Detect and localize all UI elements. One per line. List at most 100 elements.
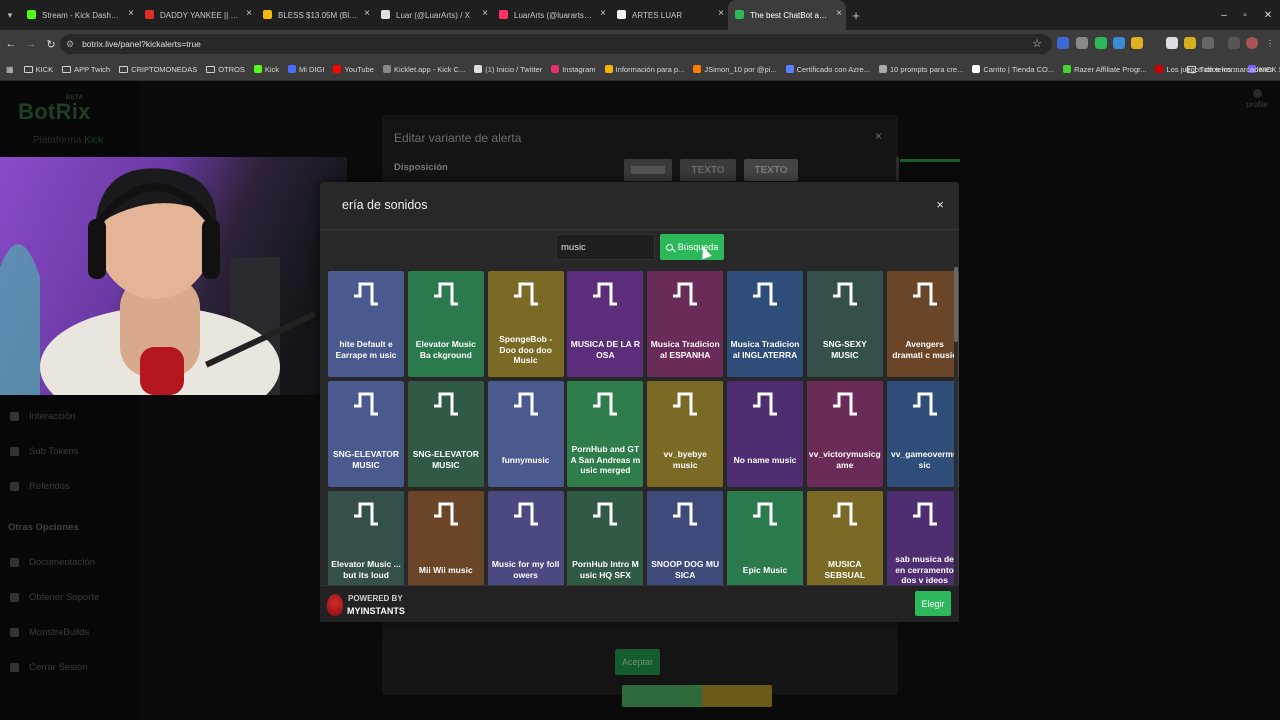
tab-close-icon[interactable]: × [600,8,606,19]
url-bar[interactable]: ⚙ botrix.live/panel?kickalerts=true ☆ [60,34,1052,54]
all-bookmarks-label: Todos los marcadores [1199,64,1273,74]
back-icon[interactable]: ← [2,38,20,50]
sound-tile[interactable]: hite Default e Earrape m usic [328,271,404,377]
sound-tile[interactable]: MUSICA DE LA R OSA [567,271,644,377]
bookmark-item[interactable]: APP Twich [62,65,110,74]
sidebar-item[interactable]: Documentación [10,557,95,568]
sidebar-item[interactable]: MonstreBuilds [10,627,89,638]
tab[interactable]: BLESS $13.05M (Bless): análisis... × [256,0,374,30]
sound-tile[interactable]: funnymusic [487,381,564,487]
sound-tile[interactable]: Music for my foll owers [487,491,564,585]
bookmark-item[interactable]: 10 prompts para cre... [878,65,963,74]
sound-tile[interactable]: Avengers dramati c music [886,271,959,377]
forward-icon[interactable]: → [22,38,40,50]
maximize-icon[interactable]: ▫ [1233,0,1257,30]
sound-tile[interactable]: PornHub and GT A San Andreas m usic merg… [567,381,644,487]
sound-tile[interactable]: vv_victorymusicg ame [806,381,883,487]
bookmark-item[interactable]: Razer Affiliate Progr... [1063,65,1146,74]
sound-wave-icon [753,502,777,526]
sound-tile[interactable]: vv_byebye music [647,381,724,487]
bookmark-item[interactable]: Información para p... [604,65,684,74]
bookmark-item[interactable]: (1) Inicio / Twitter [474,65,542,74]
sound-tile[interactable]: SNG-ELEVATOR MUSIC [328,381,404,487]
tab[interactable]: LuarArts (@luararts) | TodosMi... × [492,0,610,30]
sound-search-input[interactable] [556,234,655,260]
layout-option-text-1[interactable]: TEXTO [680,159,736,181]
apps-grid-icon[interactable]: ▦ [6,65,14,74]
tab-close-icon[interactable]: × [836,8,842,19]
profile-avatar-icon[interactable] [1246,37,1258,49]
sound-tile[interactable]: Musica Tradicion al ESPANHA [647,271,724,377]
gallery-close-icon[interactable]: × [936,197,944,212]
sound-tile[interactable]: PornHub Intro M usic HQ SFX [567,491,644,585]
bookmark-item[interactable]: Mi DIGI [288,65,324,74]
all-bookmarks-button[interactable]: Todos los marcadores [1186,64,1273,74]
dim-button-yellow[interactable] [702,685,772,707]
bookmark-item[interactable]: Kicklet.app - Kick C... [382,65,465,74]
sound-tile[interactable]: Elevator Music Ba ckground [407,271,484,377]
bookmark-item[interactable]: YouTube [333,65,374,74]
new-tab-button[interactable]: + [846,8,866,23]
sound-tile[interactable]: Musica Tradicion al INGLATERRA [727,271,803,377]
extension-puzzle-icon[interactable] [1076,37,1088,49]
tab-search-icon[interactable]: ▾ [0,0,20,30]
extension-translate-icon[interactable] [1057,37,1069,49]
choose-button[interactable]: Elegir [915,591,951,616]
botrix-logo[interactable]: BotRix BETA [18,95,91,125]
extension-edit-icon[interactable] [1131,37,1143,49]
grid-scrollbar-thumb[interactable] [954,267,958,342]
tab-close-icon[interactable]: × [482,8,488,19]
layout-option-text-2[interactable]: TEXTO [744,159,798,181]
bookmark-item[interactable]: KICK [23,65,53,74]
sound-tile[interactable]: SpongeBob - Doo doo doo Music [487,271,564,377]
tab-close-icon[interactable]: × [128,8,134,19]
tab[interactable]: Luar (@LuarArts) / X × [374,0,492,30]
reload-icon[interactable]: ↻ [42,38,60,51]
sidebar-item[interactable]: Referidos [10,481,70,492]
bookmark-item[interactable]: CRIPTOMONEDAS [119,65,197,74]
site-info-icon[interactable]: ⚙ [66,39,74,50]
extensions-menu-icon[interactable] [1202,37,1214,49]
tab[interactable]: The best ChatBot and Widgets... × [728,0,846,30]
sound-tile[interactable]: vv_gameovermu sic [886,381,959,487]
tab-close-icon[interactable]: × [246,8,252,19]
edit-alert-close-icon[interactable]: × [875,129,882,143]
sidebar-item[interactable]: Obtener Soporte [10,592,99,603]
bookmark-item[interactable]: Certificado con Azre... [785,65,870,74]
sound-tile[interactable]: Epic Music [727,491,803,585]
download-icon[interactable] [1228,37,1240,49]
sound-tile[interactable]: MUSICA SEBSUAL [806,491,883,585]
profile-label: profile [1246,100,1268,109]
browser-menu-icon[interactable]: ⋮ [1264,37,1276,49]
bookmark-star-icon[interactable]: ☆ [1032,37,1042,50]
layout-option-image[interactable] [624,159,672,181]
extension-drop-icon[interactable] [1113,37,1125,49]
tab[interactable]: DADDY YANKEE || BZRP Music Se... × [138,0,256,30]
profile-menu[interactable]: profile [1246,89,1268,109]
sound-tile[interactable]: Mii Wii music [407,491,484,585]
sidebar-item[interactable]: Cerrar Sesión [10,662,88,673]
tab-close-icon[interactable]: × [718,8,724,19]
sound-tile[interactable]: SNOOP DOG MU SICA [647,491,724,585]
bookmark-item[interactable]: Instagram [551,65,596,74]
sound-tile[interactable]: sab musica de en cerramento dos v ideos [886,491,959,585]
accept-button[interactable]: Aceptar [615,649,660,675]
sidebar-item[interactable]: Sub Tokens [10,446,78,457]
sound-tile[interactable]: No name music [727,381,803,487]
sidebar-item[interactable]: Interacción [10,411,75,422]
tab-close-icon[interactable]: × [364,8,370,19]
sound-tile[interactable]: SNG-ELEVATOR MUSIC [407,381,484,487]
extension-shield-icon[interactable] [1095,37,1107,49]
sound-tile[interactable]: SNG-SEXY MUSIC [806,271,883,377]
extension-diamond-icon[interactable] [1166,37,1178,49]
tab[interactable]: ARTES LUAR × [610,0,728,30]
close-window-icon[interactable]: ✕ [1256,0,1280,30]
sound-tile[interactable]: Elevator Music ... but its loud [328,491,404,585]
bookmark-item[interactable]: Kick [253,65,279,74]
bookmark-item[interactable]: JSimon_10 por @pi... [693,65,777,74]
extension-binance-icon[interactable] [1184,37,1196,49]
bookmark-item[interactable]: OTROS [206,65,245,74]
bookmark-item[interactable]: Carrito | Tienda CO... [972,65,1054,74]
search-button[interactable]: Búsqueda [660,234,724,260]
tab[interactable]: Stream - Kick Dashboard × [20,0,138,30]
